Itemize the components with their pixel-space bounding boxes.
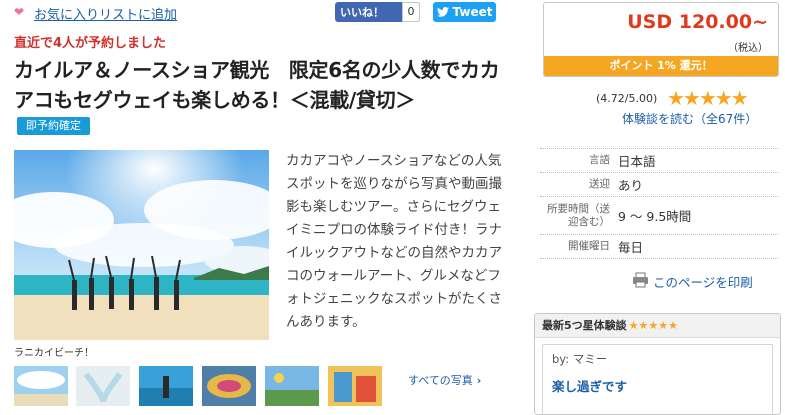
info-key: 送迎: [589, 178, 610, 190]
like-label: いいね！: [340, 6, 384, 19]
info-value: 毎日: [618, 240, 644, 255]
photo-thumbnail[interactable]: [76, 366, 130, 406]
add-to-favorites-link[interactable]: お気に入りリストに追加: [34, 4, 177, 23]
tour-title: カイルア＆ノースショア観光 限定6名の少人数でカカアコもセグウェイも楽しめる！＜…: [14, 58, 500, 112]
latest-reviews-heading: 最新5つ星体験談 ★★★★★: [535, 314, 780, 338]
heart-icon[interactable]: ❤: [14, 5, 28, 19]
info-value: 9 ～ 9.5時間: [618, 209, 692, 224]
info-key: 言語: [589, 154, 610, 166]
tour-description: カカアコやノースショアなどの人気スポットを巡りながら写真や動画撮影も楽しむツアー…: [286, 153, 502, 330]
instant-confirmation-badge: 即予約確定: [17, 117, 90, 135]
rating-stars: ★★★★★: [667, 86, 749, 110]
price-box: USD 120.00~ （税込） ポイント 1% 還元！: [543, 2, 779, 77]
like-count: 0: [402, 2, 420, 22]
chevron-right-icon: ›: [476, 374, 482, 387]
info-row-duration: 所要時間（送迎含む） 9 ～ 9.5時間: [540, 197, 778, 235]
read-reviews-link[interactable]: 体験談を読む（全67件）: [622, 110, 757, 127]
photo-thumbnail[interactable]: [265, 366, 319, 406]
tax-note: （税込）: [728, 43, 768, 54]
review-card[interactable]: by: マミー 楽し過ぎです: [542, 344, 773, 414]
rating-score: (4.72/5.00): [596, 92, 658, 105]
info-row-pickup: 送迎 あり: [540, 173, 778, 197]
five-star-icon: ★★★★★: [628, 319, 678, 332]
all-photos-label: すべての写真: [408, 374, 473, 387]
photo-thumbnail[interactable]: [14, 366, 68, 406]
all-photos-link[interactable]: すべての写真 ›: [408, 372, 481, 388]
review-title-link[interactable]: 楽し過ぎです: [552, 376, 627, 395]
photo-thumbnail[interactable]: [202, 366, 256, 406]
tour-info-table: 言語 日本語 送迎 あり 所要時間（送迎含む） 9 ～ 9.5時間 開催曜日 毎…: [540, 148, 778, 259]
info-key: 開催曜日: [568, 240, 610, 252]
info-key: 所要時間（送迎含む）: [547, 202, 610, 228]
twitter-bird-icon: [436, 7, 449, 17]
review-author: by: マミー: [552, 352, 608, 366]
photo-thumbnail[interactable]: [328, 366, 382, 406]
print-page-link[interactable]: このページを印刷: [653, 272, 753, 291]
tweet-button[interactable]: Tweet: [433, 2, 496, 22]
latest-reviews-title: 最新5つ星体験談: [542, 319, 627, 332]
photo-thumbnail[interactable]: [139, 366, 193, 406]
latest-reviews-box: 最新5つ星体験談 ★★★★★ by: マミー 楽し過ぎです: [534, 313, 781, 415]
info-value: あり: [618, 178, 644, 193]
tweet-label: Tweet: [452, 5, 493, 19]
recent-booking-notice: 直近で4人が予約しました: [14, 36, 167, 51]
printer-icon[interactable]: [632, 272, 649, 288]
info-row-days: 開催曜日 毎日: [540, 235, 778, 259]
beach-photo: [14, 150, 269, 340]
info-row-language: 言語 日本語: [540, 149, 778, 173]
points-banner: ポイント 1% 還元！: [544, 56, 778, 76]
info-value: 日本語: [618, 154, 656, 169]
photo-caption: ラニカイビーチ！: [14, 348, 94, 359]
price-amount: USD 120.00~: [627, 11, 768, 33]
facebook-like-button[interactable]: 👍 いいね！ 0: [335, 2, 420, 380]
main-tour-photo[interactable]: [14, 150, 269, 340]
